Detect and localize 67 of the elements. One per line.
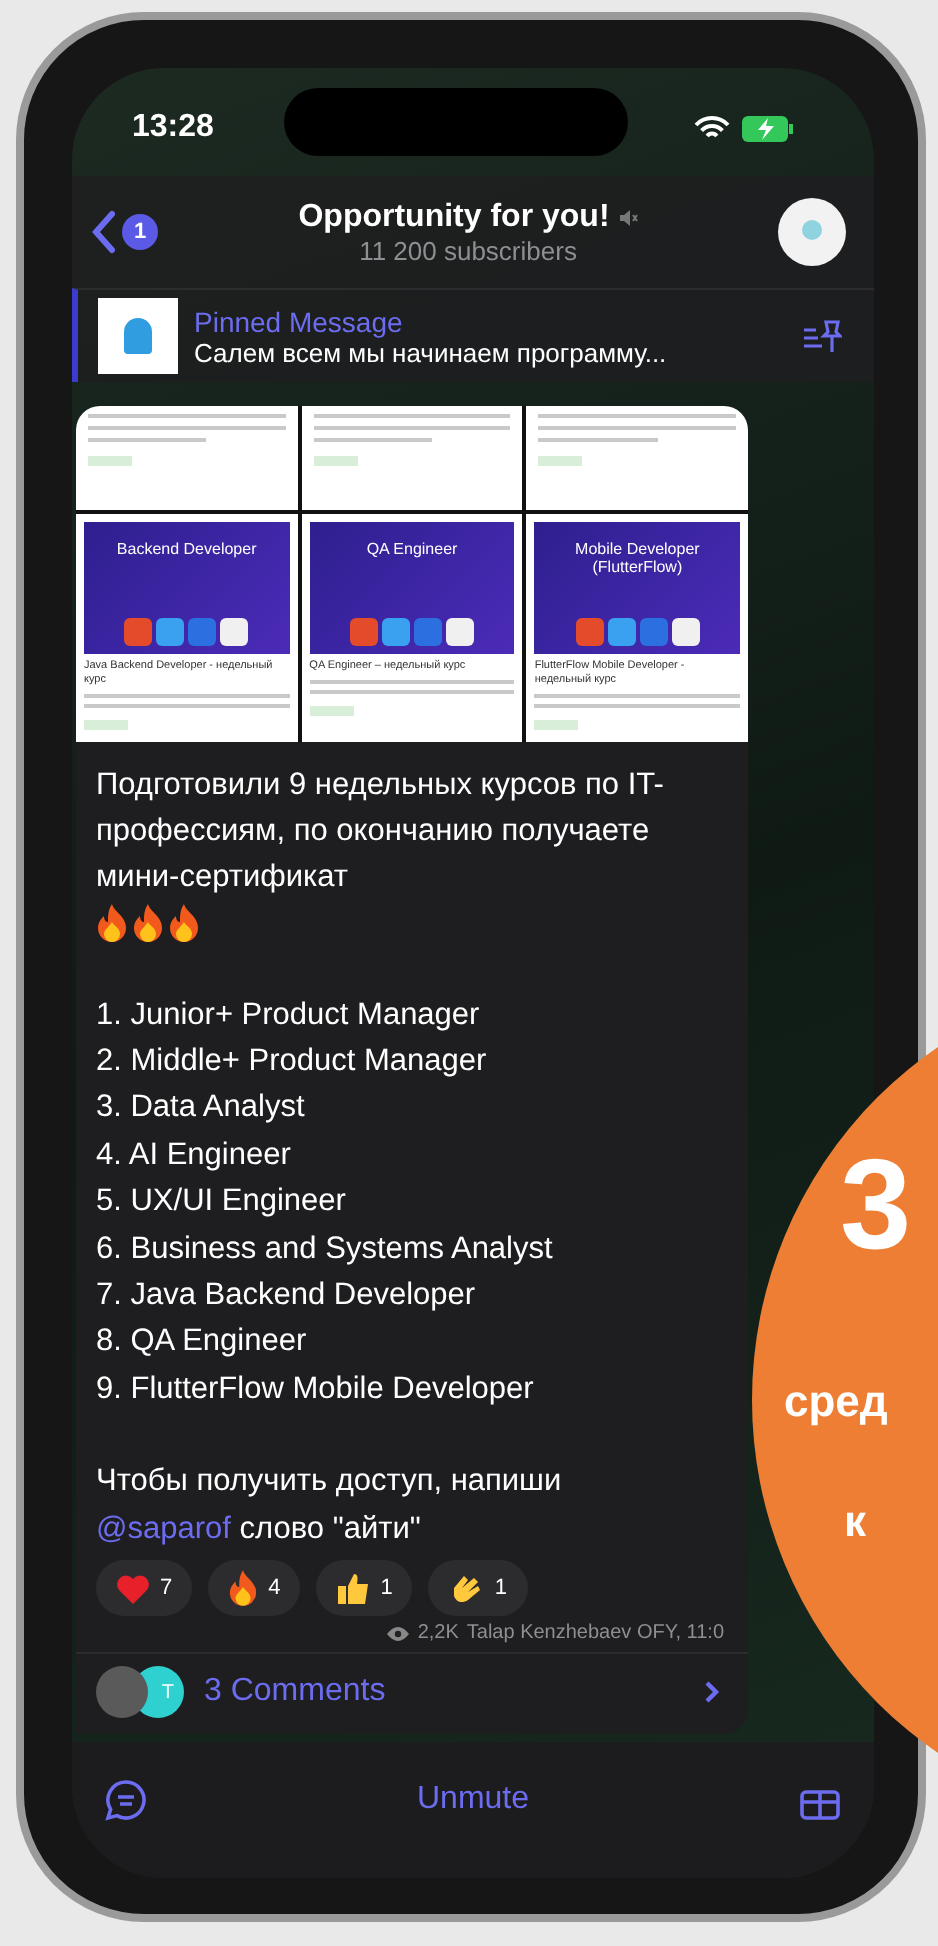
pinned-message-bar[interactable]: Pinned Message Салем всем мы начинаем программу... (72, 288, 874, 382)
promo-text: сред (784, 1380, 888, 1424)
channel-avatar[interactable] (778, 198, 846, 266)
app-logo-icon (607, 618, 636, 647)
thumbs-up-icon (336, 1571, 371, 1605)
app-logo-icon (188, 618, 217, 647)
course-list-item: 7. Java Backend Developer (96, 1275, 478, 1316)
course-list-item: 8. QA Engineer (96, 1322, 309, 1363)
comments-row[interactable]: T 3 Comments (76, 1652, 748, 1734)
app-logo-icon (414, 618, 442, 647)
app-logo-icon (639, 618, 668, 647)
battery-charging-icon (742, 115, 794, 141)
app-logo-icon (575, 618, 604, 647)
text-placeholder-line (538, 438, 658, 443)
unmute-button[interactable]: Unmute (400, 1774, 546, 1826)
mention-link[interactable]: @saparof (96, 1511, 231, 1546)
post-text: слово "айти" (239, 1511, 421, 1546)
post-call-to-action: Чтобы получить доступ, напиши (96, 1462, 564, 1503)
chat-bubble-icon[interactable] (104, 1778, 148, 1822)
muted-speaker-icon (617, 207, 638, 227)
course-banner: Backend Developer (84, 522, 290, 655)
course-banner: QA Engineer (309, 522, 515, 655)
course-list-item: 4. AI Engineer (96, 1135, 293, 1176)
course-banner: Mobile Developer (FlutterFlow) (534, 522, 741, 655)
heart-icon (116, 1573, 150, 1603)
pinned-label: Pinned Message (194, 305, 405, 337)
status-time: 13:28 (132, 110, 214, 146)
fire-icon (168, 903, 200, 942)
course-list-item: 6. Business and Systems Analyst (96, 1229, 555, 1270)
pinned-text: Салем всем мы начинаем программу... (194, 337, 669, 367)
text-placeholder-line (313, 438, 432, 443)
app-logo-icon (382, 618, 410, 647)
course-list-item: 9. FlutterFlow Mobile Developer (96, 1369, 536, 1410)
post-author-time: Talap Kenzhebaev OFY, 11:0 (466, 1622, 724, 1644)
reaction-button[interactable]: 1 (428, 1560, 527, 1616)
app-logo-icon (671, 618, 700, 647)
chevron-right-icon (704, 1680, 720, 1704)
pinned-thumbnail (98, 298, 178, 374)
reaction-button[interactable]: 4 (208, 1560, 301, 1616)
subscriber-count: 11 200 subscribers (359, 235, 577, 265)
course-list-item: 1. Junior+ Product Manager (96, 995, 482, 1036)
app-logo-icon (350, 618, 378, 647)
app-logo-icon (446, 618, 474, 647)
course-list-item: 2. Middle+ Product Manager (96, 1041, 489, 1082)
eye-icon (385, 1625, 410, 1641)
app-logo-icon (156, 618, 185, 647)
text-placeholder-line (88, 438, 207, 443)
clapping-hands-icon (448, 1571, 485, 1605)
user-avatar (96, 1666, 148, 1718)
pin-list-icon[interactable] (802, 318, 842, 354)
app-logo-icon (220, 618, 249, 647)
reaction-button[interactable]: 7 (96, 1560, 193, 1616)
fire-icon (132, 903, 164, 942)
fire-icon (228, 1570, 259, 1606)
reaction-button[interactable]: 1 (316, 1560, 413, 1616)
app-logo-icon (124, 618, 153, 647)
wifi-icon (694, 115, 730, 141)
fire-icon (96, 903, 128, 942)
view-count: 2,2K (417, 1622, 459, 1644)
promo-number: 3 (840, 1140, 912, 1268)
promo-text: к (844, 1500, 867, 1544)
back-button[interactable]: 1 (92, 210, 158, 254)
comments-count: 3 Comments (204, 1674, 388, 1710)
course-list-item: 3. Data Analyst (96, 1088, 307, 1129)
course-list-item: 5. UX/UI Engineer (96, 1182, 348, 1223)
channel-title: Opportunity for you! (298, 199, 610, 235)
post-intro: Подготовили 9 недельных курсов по IT-профессиям, по окончанию получаете мини-сертификат (96, 765, 666, 898)
